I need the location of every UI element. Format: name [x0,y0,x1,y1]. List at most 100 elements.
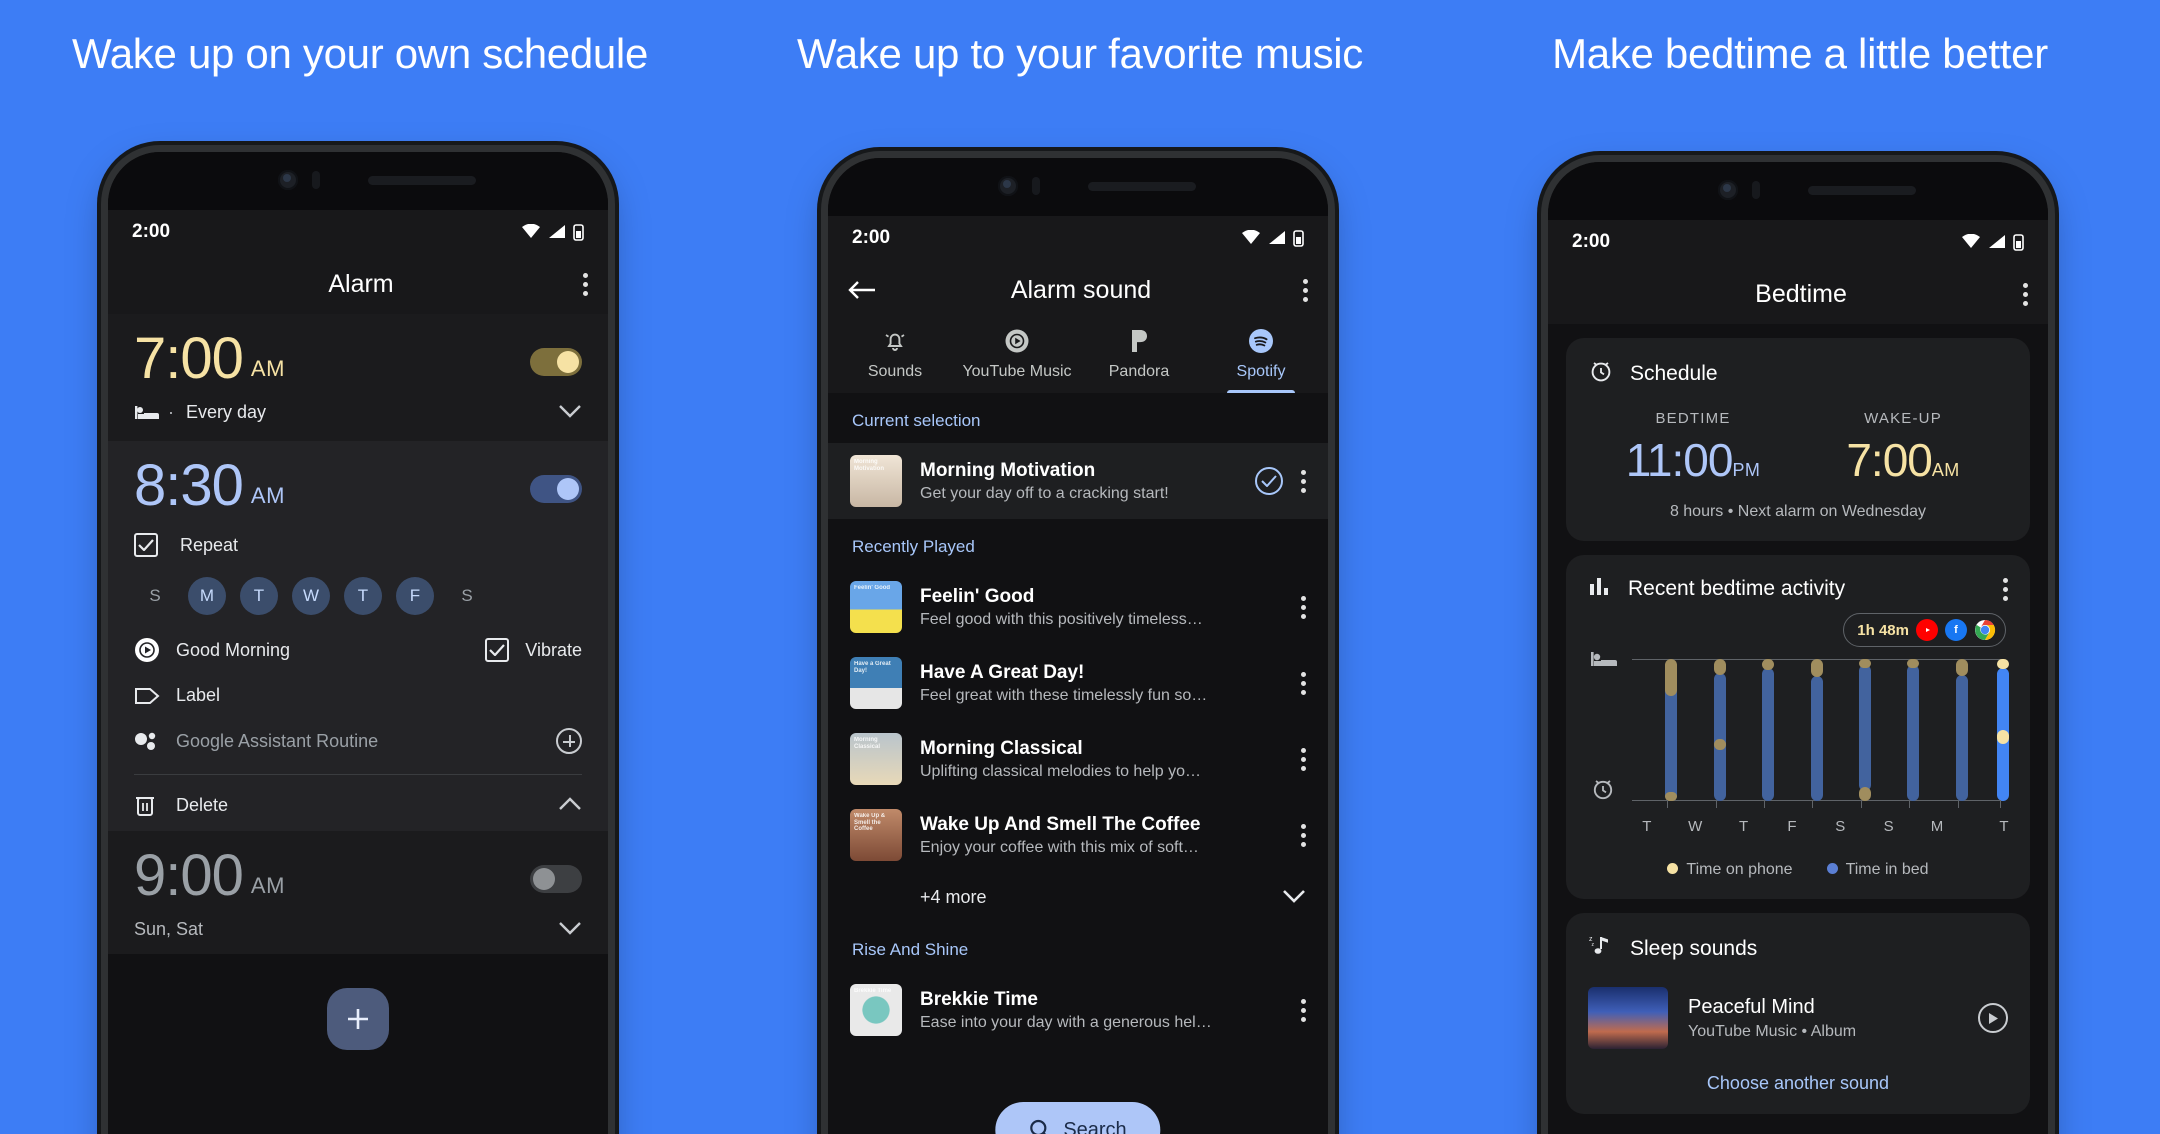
wakeup-value: 7:00 [1846,434,1933,486]
track-overflow-icon[interactable] [1301,469,1306,493]
repeat-day-selector[interactable]: S M T W T F S [134,577,582,615]
track-row[interactable]: Have a Great Day! Have A Great Day! Feel… [828,645,1328,721]
schedule-card[interactable]: Schedule BEDTIME 11:00PM WAKE-UP 7:00AM … [1566,338,2030,541]
day-chip-fri[interactable]: F [396,577,434,615]
tab-pandora-label: Pandora [1108,363,1170,380]
phone1-appbar: Alarm [108,254,608,314]
sensor-icon [1032,177,1040,195]
track-row[interactable]: Morning Motivation Morning Motivation Ge… [828,443,1328,519]
sleep-sounds-card: zz Sleep sounds Peaceful Mind YouTube Mu… [1566,913,2030,1114]
alarm-label-row[interactable]: Label [134,685,582,706]
phone-bedtime: 2:00 Bedtime Schedule BEDTIME 11:00PM WA… [1548,162,2048,1134]
alarm-sound-row[interactable]: Good Morning Vibrate [134,637,582,663]
youtube-music-icon [134,637,176,663]
day-chip-tue[interactable]: T [240,577,278,615]
show-more-row[interactable]: +4 more [828,873,1328,922]
overflow-menu-icon[interactable] [1994,282,2028,306]
repeat-checkbox[interactable] [134,533,158,557]
day-chip-sat[interactable]: S [448,577,486,615]
bar-bed-0 [1665,678,1678,801]
alarm-3-toggle[interactable] [530,865,582,893]
overflow-menu-icon[interactable] [1274,278,1308,302]
bar-phone-7 [1996,659,2009,669]
legend-item-bed: Time in bed [1826,861,1929,879]
assistant-routine-row[interactable]: Google Assistant Routine [134,728,582,754]
alarm-1-schedule: Every day [186,402,267,422]
tab-youtube-music[interactable]: YouTube Music [956,322,1078,393]
chevron-down-icon[interactable] [1282,887,1306,908]
bar-phone-2 [1762,659,1775,671]
status-system-icons [1241,229,1304,247]
track-row[interactable]: Wake Up & Smell the Coffee Wake Up And S… [828,797,1328,873]
camera-icon [278,170,298,190]
track-overflow-icon[interactable] [1301,595,1306,619]
chevron-down-icon[interactable] [558,919,582,940]
track-overflow-icon[interactable] [1301,671,1306,695]
delete-alarm-row[interactable]: Delete [134,793,582,825]
page-title: Bedtime [1755,279,1847,308]
chevron-down-icon[interactable] [558,402,582,423]
choose-another-sound-link[interactable]: Choose another sound [1588,1073,2008,1094]
alarm-3-time: 9:00 [134,843,244,908]
wifi-icon [522,224,540,238]
track-row[interactable]: Morning Classical Morning Classical Upli… [828,721,1328,797]
show-more-label: +4 more [920,887,987,907]
bar-phone-4b [1858,786,1871,801]
facebook-icon: f [1945,619,1967,641]
album-art: Brekkie Time [850,984,902,1036]
chevron-up-icon[interactable] [558,795,582,816]
day-chip-thu[interactable]: T [344,577,382,615]
overflow-menu-icon[interactable] [2003,577,2008,601]
search-fab[interactable]: Search [995,1102,1161,1134]
day-chip-wed[interactable]: W [292,577,330,615]
bedtime-column[interactable]: BEDTIME 11:00PM [1588,410,1798,487]
sleep-sound-row[interactable]: Peaceful Mind YouTube Music • Album [1588,987,2008,1049]
day-chip-sun[interactable]: S [136,577,174,615]
bed-icon [134,405,168,421]
alarm-2-repeat-row[interactable]: Repeat [134,533,582,557]
alarm-1-toggle[interactable] [530,348,582,376]
wakeup-column[interactable]: WAKE-UP 7:00AM [1798,410,2008,487]
album-art: Morning Motivation [850,455,902,507]
alarm-item-1[interactable]: 7:00 AM · Every day [108,314,608,441]
track-overflow-icon[interactable] [1301,998,1306,1022]
phone2-statusbar: 2:00 [828,216,1328,260]
alarm-sound-label: Good Morning [176,639,291,660]
page-title: Alarm [328,269,394,298]
bed-icon [1590,651,1618,673]
alarm-item-2[interactable]: 8:30 AM Repeat S M T W T F S Good Mornin… [108,441,608,831]
track-overflow-icon[interactable] [1301,747,1306,771]
track-row[interactable]: Feelin' Good Feelin' Good Feel good with… [828,569,1328,645]
tab-pandora[interactable]: Pandora [1078,322,1200,393]
alarm-clock-icon [1588,358,1614,390]
track-subtitle: Feel great with these timelessly fun so… [920,686,1208,704]
bar-phone-4 [1858,659,1871,668]
tab-sounds[interactable]: Sounds [834,322,956,393]
vibrate-checkbox[interactable] [485,638,510,662]
track-overflow-icon[interactable] [1301,823,1306,847]
track-row[interactable]: Brekkie Time Brekkie Time Ease into your… [828,972,1328,1048]
alarm-2-toggle[interactable] [530,475,582,503]
back-arrow-icon[interactable] [848,280,888,300]
tab-spotify[interactable]: Spotify [1200,322,1322,393]
signal-icon [1269,231,1285,244]
tab-sounds-label: Sounds [867,363,923,380]
phone3-appbar: Bedtime [1548,264,2048,324]
sleep-sounds-title: Sleep sounds [1630,937,1758,960]
sleep-note-icon: zz [1588,933,1614,965]
add-alarm-fab-wrap [108,954,608,1050]
add-routine-icon[interactable] [556,728,582,754]
play-circle-icon[interactable] [1978,1003,2008,1033]
alarm-item-3[interactable]: 9:00 AM Sun, Sat [108,831,608,954]
bedtime-activity-chart: 1h 48m f T W T F S S M T [1588,613,2009,845]
schedule-title: Schedule [1630,362,1718,385]
chrome-icon [1974,619,1996,641]
overflow-menu-icon[interactable] [554,272,588,296]
bar-bed-4 [1858,664,1871,792]
alarm-1-time: 7:00 [134,326,244,391]
day-chip-mon[interactable]: M [188,577,226,615]
youtube-icon [1916,619,1938,641]
phone1-screen: 2:00 Alarm 7:00 AM · Every day 8:30 AM R… [108,210,608,1134]
add-alarm-fab[interactable] [327,988,389,1050]
album-art-label: Wake Up & Smell the Coffee [854,813,886,833]
